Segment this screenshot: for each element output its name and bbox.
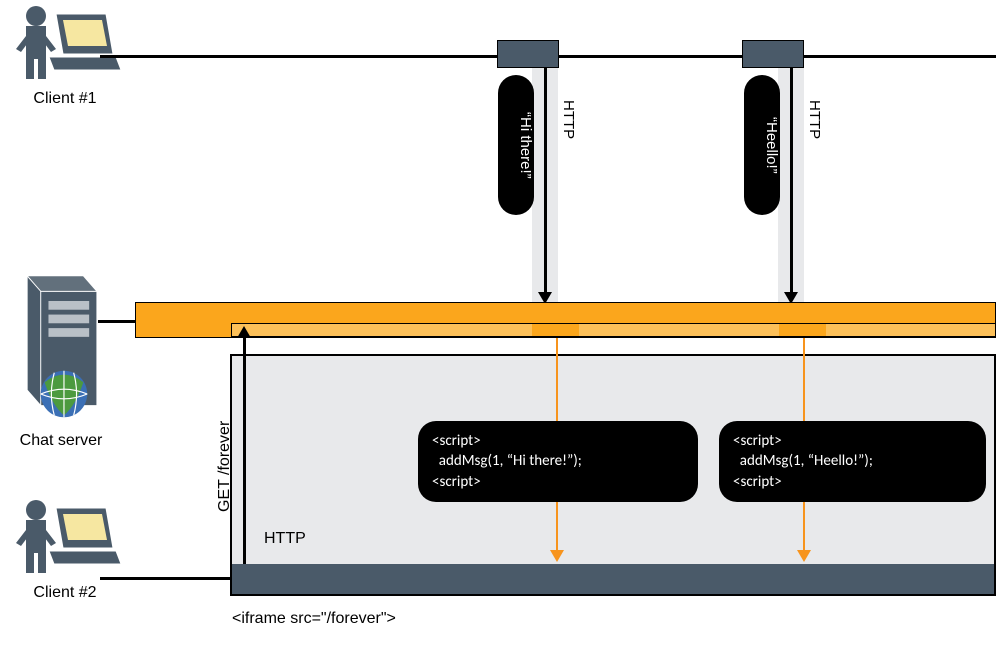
script-body: addMsg(1, “Hi there!”); [432, 451, 684, 471]
pill-msg-2: “Heello!” [744, 75, 780, 215]
pill-msg-1: “Hi there!” [498, 75, 534, 215]
get-arrow-line [243, 336, 246, 576]
http-vlabel-2: HTTP [806, 100, 823, 139]
stream-segment-1 [532, 324, 579, 336]
http-vlabel-1: HTTP [560, 100, 577, 139]
server-network-line [98, 320, 138, 323]
script-open: <script> [432, 431, 684, 451]
http-arrow-1-line [544, 68, 547, 293]
stream-segment-2 [779, 324, 826, 336]
script-close: <script> [733, 472, 972, 492]
script-open: <script> [733, 431, 972, 451]
client2-network-line [100, 577, 232, 580]
server-bar-stream [231, 323, 996, 337]
get-label: GET /forever [216, 421, 234, 512]
script-bubble-2: <script> addMsg(1, “Heello!”); <script> [719, 421, 986, 502]
get-arrow-head [237, 326, 251, 338]
http-arrow-2-line [790, 68, 793, 293]
client1-conn-box-2 [742, 40, 804, 68]
script-body: addMsg(1, “Heello!”); [733, 451, 972, 471]
script-bubble-1: <script> addMsg(1, “Hi there!”); <script… [418, 421, 698, 502]
stream-arrow-1-head [550, 550, 564, 562]
stream-arrow-2-head [797, 550, 811, 562]
client1-icon [16, 4, 126, 84]
iframe-bottom-bar [232, 564, 994, 594]
client2-label: Client #2 [10, 584, 120, 602]
script-close: <script> [432, 472, 684, 492]
server-icon [18, 270, 108, 425]
http-frame-label: HTTP [264, 530, 306, 548]
iframe-caption: <iframe src="/forever"> [232, 610, 396, 628]
server-label: Chat server [6, 432, 116, 450]
client1-label: Client #1 [10, 90, 120, 108]
client1-conn-box-1 [497, 40, 559, 68]
client2-icon [16, 498, 126, 578]
